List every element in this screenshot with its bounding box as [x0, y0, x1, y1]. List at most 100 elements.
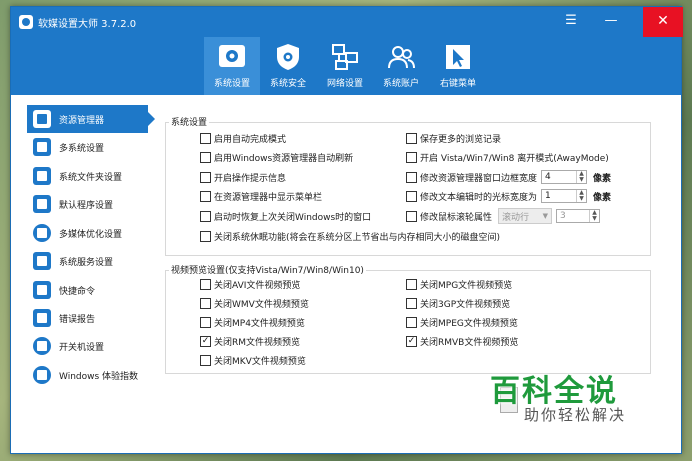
option-explorer-autorefresh[interactable]: 启用Windows资源管理器自动刷新 — [200, 150, 353, 164]
sidebar-item-label: 系统服务设置 — [59, 257, 114, 268]
checkbox[interactable] — [200, 354, 211, 366]
checkbox[interactable] — [406, 151, 417, 163]
sidebar-item-label: 资源管理器 — [59, 115, 105, 126]
sidebar-item-label: 开关机设置 — [59, 342, 105, 353]
option-wmv[interactable]: 关闭WMV文件视频预览 — [200, 296, 309, 310]
option-mkv[interactable]: 关闭MKV文件视频预览 — [200, 353, 306, 367]
menu-button[interactable]: ☰ — [551, 7, 591, 37]
tab-network-settings[interactable]: 网络设置 — [317, 37, 373, 95]
wheel-mode-select[interactable]: 滚动行 ▼ — [498, 208, 553, 224]
sidebar-item-default-programs[interactable]: 默认程序设置 — [27, 190, 148, 218]
tab-label: 系统安全 — [269, 79, 306, 89]
tab-system-settings[interactable]: 系统设置 — [204, 37, 260, 95]
video-preview-title: 视频预览设置(仅支持Vista/Win7/Win8/Win10) — [169, 263, 366, 276]
option-show-menubar[interactable]: 在资源管理器中显示菜单栏 — [200, 189, 322, 203]
wheel-lines-stepper[interactable]: 3 ▲ ▼ — [556, 209, 601, 223]
option-restore-windows[interactable]: 启动时恢复上次关闭Windows时的窗口 — [200, 209, 371, 223]
minimize-button[interactable]: — — [591, 7, 631, 37]
sidebar-item-error-report[interactable]: 错误报告 — [27, 304, 148, 332]
option-mp4[interactable]: 关闭MP4文件视频预览 — [200, 315, 305, 329]
close-button[interactable]: ✕ — [643, 7, 683, 37]
sidebar-item-services[interactable]: 系统服务设置 — [27, 247, 148, 275]
link-icon — [33, 252, 51, 270]
checkbox-checked[interactable] — [200, 335, 211, 347]
sidebar-item-label: 错误报告 — [59, 314, 96, 325]
option-label: 关闭MP4文件视频预览 — [214, 318, 305, 329]
tab-label: 系统设置 — [213, 79, 250, 89]
stepper-value: 4 — [545, 172, 551, 182]
title-bar: 软媒设置大师 3.7.2.0 ☰ — ✕ — [11, 7, 683, 37]
tab-system-security[interactable]: 系统安全 — [260, 37, 316, 95]
option-rm[interactable]: 关闭RM文件视频预览 — [200, 334, 300, 348]
sidebar-item-multi-system[interactable]: 多系统设置 — [27, 133, 148, 161]
tab-context-menu[interactable]: 右键菜单 — [430, 37, 486, 95]
sidebar-item-multimedia[interactable]: 多媒体优化设置 — [27, 219, 148, 247]
option-cursor-width[interactable]: 修改文本编辑时的光标宽度为 1 ▲ ▼ 像素 — [406, 189, 611, 203]
checkbox[interactable] — [406, 316, 417, 328]
option-disable-hibernate[interactable]: 关闭系统休眠功能(将会在系统分区上节省出与内存相同大小的磁盘空间) — [200, 229, 500, 243]
stepper-value: 3 — [560, 211, 566, 221]
sidebar-item-label: 默认程序设置 — [59, 200, 114, 211]
arrow-box-icon — [33, 281, 51, 299]
stepper-arrows-icon[interactable]: ▲ ▼ — [576, 190, 586, 202]
sidebar-item-explorer[interactable]: 资源管理器 — [27, 105, 155, 133]
option-label: 关闭RM文件视频预览 — [214, 337, 301, 348]
option-label: 修改鼠标滚轮属性 — [420, 212, 493, 223]
option-autocomplete[interactable]: 启用自动完成模式 — [200, 131, 286, 145]
option-rmvb[interactable]: 关闭RMVB文件视频预览 — [406, 334, 518, 348]
power-icon — [33, 337, 51, 355]
option-3gp[interactable]: 关闭3GP文件视频预览 — [406, 296, 510, 310]
play-icon — [33, 224, 51, 242]
stepper-arrows-icon[interactable]: ▲ ▼ — [589, 210, 599, 222]
checkbox[interactable] — [200, 132, 211, 144]
checkbox[interactable] — [200, 151, 211, 163]
checkbox[interactable] — [200, 230, 211, 242]
checkbox[interactable] — [200, 316, 211, 328]
sidebar-item-label: 多系统设置 — [59, 143, 105, 154]
tab-label: 网络设置 — [326, 79, 363, 89]
option-mouse-wheel[interactable]: 修改鼠标滚轮属性 滚动行 ▼ 3 ▲ ▼ — [406, 208, 601, 224]
sidebar-item-experience-index[interactable]: Windows 体验指数 — [27, 361, 148, 389]
option-mpeg[interactable]: 关闭MPEG文件视频预览 — [406, 315, 518, 329]
sidebar-item-shortcuts[interactable]: 快捷命令 — [27, 276, 148, 304]
monitor-icon — [33, 110, 51, 128]
checkbox[interactable] — [406, 171, 417, 183]
windows-icon — [33, 167, 51, 185]
checkbox[interactable] — [406, 278, 417, 290]
sidebar-item-label: 快捷命令 — [59, 286, 96, 297]
option-mpg[interactable]: 关闭MPG文件视频预览 — [406, 277, 512, 291]
stepper-arrows-icon[interactable]: ▲ ▼ — [576, 171, 586, 183]
checkbox[interactable] — [406, 297, 417, 309]
option-more-history[interactable]: 保存更多的浏览记录 — [406, 131, 501, 145]
option-label: 开启操作提示信息 — [214, 173, 287, 184]
checkbox[interactable] — [406, 210, 417, 222]
tab-system-account[interactable]: 系统账户 — [373, 37, 429, 95]
sidebar: 资源管理器 多系统设置 系统文件夹设置 默认程序设置 多媒体优化设置 系统服务设… — [27, 105, 155, 389]
menu-list-icon — [33, 138, 51, 156]
unit-label: 像素 — [593, 173, 612, 184]
checkbox[interactable] — [200, 171, 211, 183]
checkbox[interactable] — [406, 190, 417, 202]
checkbox-checked[interactable] — [406, 335, 417, 347]
watermark-logo: 百科全说 — [490, 374, 618, 409]
border-width-stepper[interactable]: 4 ▲ ▼ — [541, 170, 588, 184]
option-label: 关闭MPG文件视频预览 — [420, 280, 513, 291]
option-tooltips[interactable]: 开启操作提示信息 — [200, 170, 286, 184]
checkbox[interactable] — [200, 278, 211, 290]
tab-label: 系统账户 — [382, 79, 419, 89]
option-away-mode[interactable]: 开启 Vista/Win7/Win8 离开模式(AwayMode) — [406, 150, 609, 164]
sidebar-item-system-folders[interactable]: 系统文件夹设置 — [27, 162, 148, 190]
option-label: 关闭WMV文件视频预览 — [214, 299, 309, 310]
sidebar-item-label: 系统文件夹设置 — [59, 172, 123, 183]
option-label: 启用自动完成模式 — [214, 134, 287, 145]
option-avi[interactable]: 关闭AVI文件视频预览 — [200, 277, 300, 291]
check-icon — [33, 195, 51, 213]
checkbox[interactable] — [406, 132, 417, 144]
checkbox[interactable] — [200, 297, 211, 309]
checkbox[interactable] — [200, 210, 211, 222]
edit-icon — [33, 309, 51, 327]
sidebar-item-power[interactable]: 开关机设置 — [27, 332, 148, 360]
cursor-width-stepper[interactable]: 1 ▲ ▼ — [541, 189, 588, 203]
option-border-width[interactable]: 修改资源管理器窗口边框宽度 4 ▲ ▼ 像素 — [406, 170, 611, 184]
checkbox[interactable] — [200, 190, 211, 202]
